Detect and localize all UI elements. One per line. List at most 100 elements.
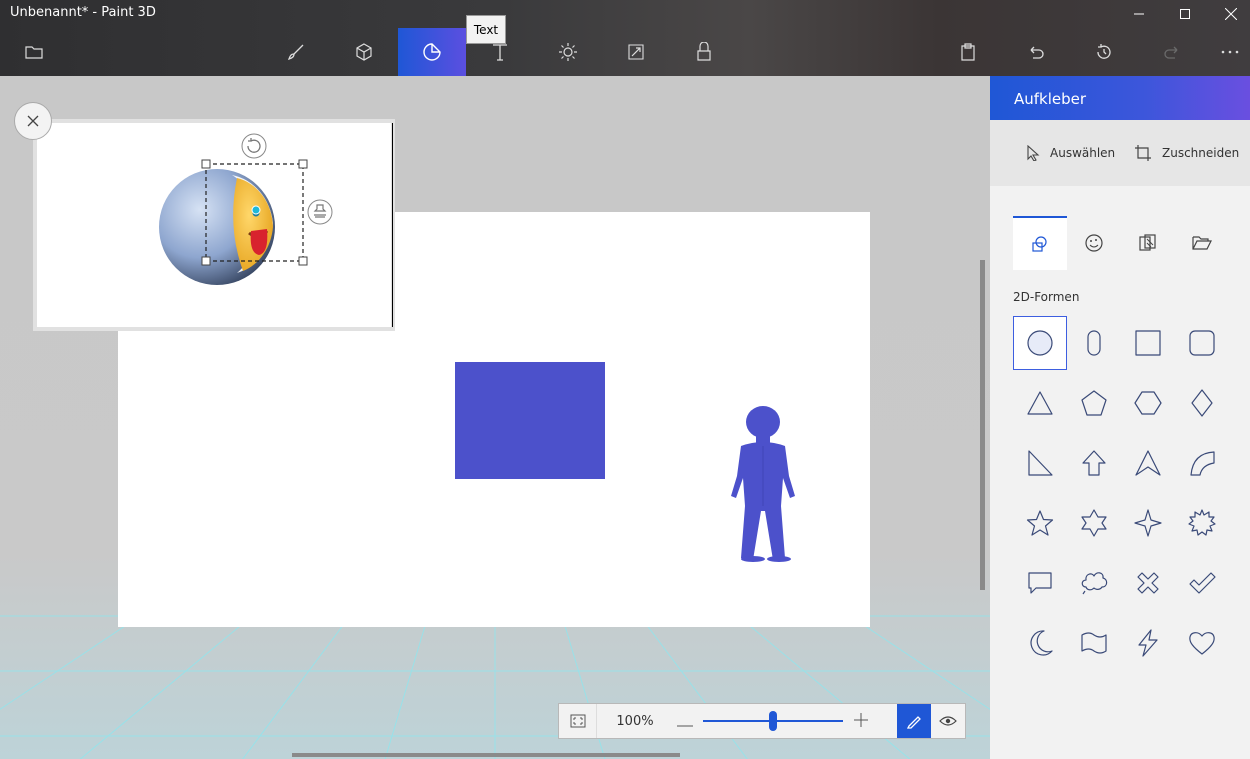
maximize-button[interactable] bbox=[1162, 0, 1208, 28]
flag-icon bbox=[1081, 632, 1107, 654]
text-icon bbox=[493, 44, 507, 61]
tab-textures[interactable] bbox=[1121, 216, 1175, 270]
tab-open-file[interactable] bbox=[1175, 216, 1229, 270]
shape-thought-cloud[interactable] bbox=[1067, 556, 1121, 610]
thought-cloud-icon bbox=[1081, 572, 1108, 595]
resize-icon bbox=[628, 44, 644, 60]
tool-3d-library[interactable] bbox=[670, 28, 738, 76]
section-2d-shapes: 2D-Formen bbox=[1013, 290, 1080, 304]
check-mark-icon bbox=[1189, 572, 1216, 594]
tool-stickers[interactable] bbox=[398, 28, 466, 76]
sidebar-tools: Auswählen Zuschneiden bbox=[990, 120, 1250, 186]
vertical-scrollbar[interactable] bbox=[980, 260, 985, 590]
tool-brushes[interactable] bbox=[262, 28, 330, 76]
shape-x-mark[interactable] bbox=[1121, 556, 1175, 610]
select-label: Auswählen bbox=[1050, 146, 1116, 160]
crop-label: Zuschneiden bbox=[1162, 146, 1240, 160]
crop-icon bbox=[1135, 145, 1151, 161]
shape-diamond[interactable] bbox=[1175, 376, 1229, 430]
tool-effects[interactable] bbox=[534, 28, 602, 76]
shape-quarter-circle[interactable] bbox=[1175, 436, 1229, 490]
eye-icon bbox=[939, 716, 957, 726]
zoom-slider[interactable] bbox=[703, 704, 843, 738]
paste-icon bbox=[961, 43, 975, 61]
undo-button[interactable] bbox=[1002, 28, 1070, 76]
minimize-icon bbox=[1134, 13, 1144, 15]
shape-crescent[interactable] bbox=[1013, 616, 1067, 670]
close-icon bbox=[27, 115, 39, 127]
shape-hexagon[interactable] bbox=[1121, 376, 1175, 430]
star6-icon bbox=[1081, 509, 1107, 537]
sun-icon bbox=[559, 43, 577, 61]
open-folder-icon bbox=[1192, 236, 1212, 250]
shape-star4[interactable] bbox=[1121, 496, 1175, 550]
tab-stickers[interactable] bbox=[1067, 216, 1121, 270]
title-toolbar-bar: Unbenannt* - Paint 3D bbox=[0, 0, 1250, 76]
diamond-icon bbox=[1191, 389, 1213, 417]
shape-pentagon[interactable] bbox=[1067, 376, 1121, 430]
shape-circle[interactable] bbox=[1013, 316, 1067, 370]
library-icon bbox=[697, 42, 711, 61]
workspace[interactable]: 100% bbox=[0, 76, 990, 759]
more-button[interactable] bbox=[1196, 28, 1250, 76]
select-button[interactable]: Auswählen bbox=[1026, 120, 1115, 186]
cursor-icon bbox=[1027, 145, 1040, 161]
zoom-in-button[interactable] bbox=[849, 712, 873, 731]
shape-flag[interactable] bbox=[1067, 616, 1121, 670]
shape-pill[interactable] bbox=[1067, 316, 1121, 370]
shape-arrowhead[interactable] bbox=[1121, 436, 1175, 490]
zoom-percentage[interactable]: 100% bbox=[597, 714, 673, 729]
sticker-category-tabs bbox=[990, 216, 1250, 270]
shape-lightning[interactable] bbox=[1121, 616, 1175, 670]
crop-button[interactable]: Zuschneiden bbox=[1134, 120, 1239, 186]
shape-burst[interactable] bbox=[1175, 496, 1229, 550]
star4-icon bbox=[1134, 509, 1162, 537]
stickers-palette-icon bbox=[1085, 234, 1103, 252]
lightning-icon bbox=[1138, 629, 1158, 657]
tool-canvas[interactable] bbox=[602, 28, 670, 76]
shape-heart[interactable] bbox=[1175, 616, 1229, 670]
zoom-out-button[interactable] bbox=[673, 712, 697, 731]
undo-icon bbox=[1030, 46, 1044, 59]
fit-to-screen-button[interactable] bbox=[559, 704, 597, 738]
shape-triangle[interactable] bbox=[1013, 376, 1067, 430]
shape-star5[interactable] bbox=[1013, 496, 1067, 550]
star5-icon bbox=[1026, 510, 1054, 536]
edit-view-button[interactable] bbox=[897, 704, 931, 738]
close-sticker-button[interactable] bbox=[14, 102, 52, 140]
shape-speech-bubble[interactable] bbox=[1013, 556, 1067, 610]
tool-3d-shapes[interactable] bbox=[330, 28, 398, 76]
close-window-button[interactable] bbox=[1208, 0, 1250, 28]
more-icon bbox=[1221, 50, 1239, 54]
shape-right-triangle[interactable] bbox=[1013, 436, 1067, 490]
right-triangle-icon bbox=[1028, 450, 1053, 476]
triangle-icon bbox=[1027, 391, 1053, 415]
shape-square[interactable] bbox=[1121, 316, 1175, 370]
shape-arrow-up[interactable] bbox=[1067, 436, 1121, 490]
sidebar-title: Aufkleber bbox=[990, 76, 1250, 120]
pen-icon bbox=[906, 716, 921, 729]
history-button[interactable] bbox=[1070, 28, 1138, 76]
speech-bubble-icon bbox=[1028, 572, 1052, 594]
shape-check-mark[interactable] bbox=[1175, 556, 1229, 610]
shapes-icon bbox=[1032, 236, 1047, 252]
shape-rounded-square[interactable] bbox=[1175, 316, 1229, 370]
selection-box[interactable] bbox=[201, 159, 311, 267]
redo-icon bbox=[1164, 46, 1178, 59]
menu-button[interactable] bbox=[0, 28, 68, 76]
blue-rectangle-shape[interactable] bbox=[455, 362, 605, 479]
stamp-icon[interactable] bbox=[307, 199, 333, 225]
3d-person-model[interactable] bbox=[723, 406, 803, 562]
pentagon-icon bbox=[1081, 390, 1107, 416]
paste-button[interactable] bbox=[934, 28, 1002, 76]
minimize-button[interactable] bbox=[1116, 0, 1162, 28]
folder-icon bbox=[25, 46, 43, 59]
tab-shapes[interactable] bbox=[1013, 216, 1067, 270]
shape-star6[interactable] bbox=[1067, 496, 1121, 550]
horizontal-scrollbar[interactable] bbox=[292, 753, 680, 757]
rotate-handle-icon[interactable] bbox=[241, 133, 267, 159]
view-3d-button[interactable] bbox=[931, 704, 965, 738]
quarter-circle-icon bbox=[1190, 451, 1215, 476]
sticker-edit-panel[interactable] bbox=[33, 119, 395, 331]
zoom-slider-thumb[interactable] bbox=[769, 711, 777, 731]
